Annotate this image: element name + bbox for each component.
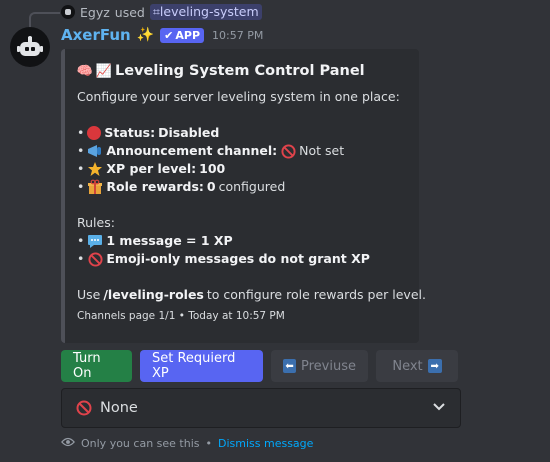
bullet: •	[77, 233, 85, 248]
set-required-xp-button[interactable]: Set Requierd XP	[140, 350, 263, 382]
eye-icon	[61, 436, 75, 451]
chevron-down-icon	[432, 400, 446, 416]
roles-line: • Role rewards: 0 configured	[77, 178, 407, 196]
ephemeral-notice: Only you can see this • Dismiss message	[61, 436, 313, 451]
star-icon	[87, 161, 103, 177]
no-entry-icon	[87, 251, 103, 267]
slash-command-icon: ⌗	[152, 4, 160, 19]
role-select-dropdown[interactable]: None	[61, 388, 461, 428]
rules-heading: Rules:	[77, 215, 115, 230]
bullet: •	[77, 161, 85, 176]
previous-button[interactable]: ⬅ Previuse	[271, 350, 368, 382]
bullet: •	[77, 143, 85, 158]
embed-description: Configure your server leveling system in…	[77, 88, 426, 304]
status-value: Disabled	[158, 125, 220, 140]
embed-title: 🧠 📈 Leveling System Control Panel	[77, 60, 407, 82]
xp-value: 100	[199, 161, 226, 176]
next-label: Next	[392, 358, 423, 374]
reply-used-text: used	[114, 4, 145, 20]
reply-connector	[29, 12, 60, 28]
turn-on-button[interactable]: Turn On	[61, 350, 132, 382]
ephemeral-text: Only you can see this	[81, 437, 200, 450]
previous-label: Previuse	[301, 358, 356, 374]
command-name: leveling-system	[159, 4, 259, 19]
bot-username[interactable]: AxerFun	[61, 26, 131, 44]
xp-label: XP per level:	[106, 161, 197, 176]
rule-line: • Emoji-only messages do not grant XP	[77, 250, 407, 268]
left-arrow-icon: ⬅	[283, 359, 297, 373]
usage-suffix: to configure role rewards per level.	[206, 287, 426, 302]
roles-label: Role rewards:	[106, 179, 204, 194]
usage-prefix: Use	[77, 287, 101, 302]
announcement-line: • Announcement channel: Not set	[77, 142, 407, 160]
right-arrow-icon: ➡	[427, 359, 442, 373]
roles-count: 0	[206, 179, 216, 194]
status-label: Status:	[104, 125, 156, 140]
app-badge-label: APP	[175, 28, 201, 42]
embed-title-text: Leveling System Control Panel	[115, 63, 365, 79]
rule-line: • 1 message = 1 XP	[77, 232, 407, 250]
brain-icon: 🧠	[76, 63, 94, 79]
message-header: AxerFun ✨ ✔ APP 10:57 PM	[61, 24, 263, 46]
announcement-value: Not set	[299, 143, 345, 158]
gift-icon	[87, 179, 103, 195]
rule1-text: 1 message = 1 XP	[106, 233, 233, 248]
ephemeral-separator: •	[205, 437, 213, 450]
bullet: •	[77, 125, 85, 140]
command-mention[interactable]: ⌗leveling-system	[149, 4, 262, 20]
sparkle-icon: ✨	[136, 27, 155, 43]
next-button[interactable]: Next ➡	[376, 350, 458, 382]
bullet: •	[77, 251, 85, 266]
verified-check-icon: ✔	[164, 28, 174, 42]
embed-footer: Channels page 1/1 • Today at 10:57 PM	[77, 310, 285, 322]
megaphone-icon	[87, 143, 103, 159]
intro-line: Configure your server leveling system in…	[77, 89, 400, 104]
select-value: None	[100, 400, 138, 416]
reply-context[interactable]: Egyz used ⌗leveling-system	[61, 3, 262, 21]
robot-icon	[17, 36, 43, 56]
app-badge: ✔ APP	[160, 27, 205, 43]
action-row: Turn On Set Requierd XP ⬅ Previuse Next …	[61, 350, 458, 382]
reply-avatar[interactable]	[61, 5, 75, 19]
bullet: •	[77, 179, 85, 194]
embed-card: 🧠 📈 Leveling System Control Panel Config…	[61, 49, 426, 343]
usage-line: Use /leveling-roles to configure role re…	[77, 286, 426, 304]
chart-increasing-icon: 📈	[95, 63, 113, 79]
xp-line: • XP per level: 100	[77, 160, 407, 178]
usage-command: /leveling-roles	[103, 287, 204, 302]
speech-bubble-icon	[87, 233, 103, 249]
bot-avatar[interactable]	[10, 27, 50, 67]
message-timestamp[interactable]: 10:57 PM	[212, 29, 263, 42]
no-entry-icon	[76, 400, 92, 416]
red-circle-icon	[87, 126, 102, 140]
dismiss-message-link[interactable]: Dismiss message	[218, 437, 313, 450]
announcement-label: Announcement channel:	[106, 143, 278, 158]
status-line: • Status: Disabled	[77, 124, 407, 142]
rule2-text: Emoji-only messages do not grant XP	[106, 251, 370, 266]
reply-username[interactable]: Egyz	[80, 5, 110, 20]
roles-suffix: configured	[218, 179, 286, 194]
no-entry-icon	[280, 143, 296, 159]
